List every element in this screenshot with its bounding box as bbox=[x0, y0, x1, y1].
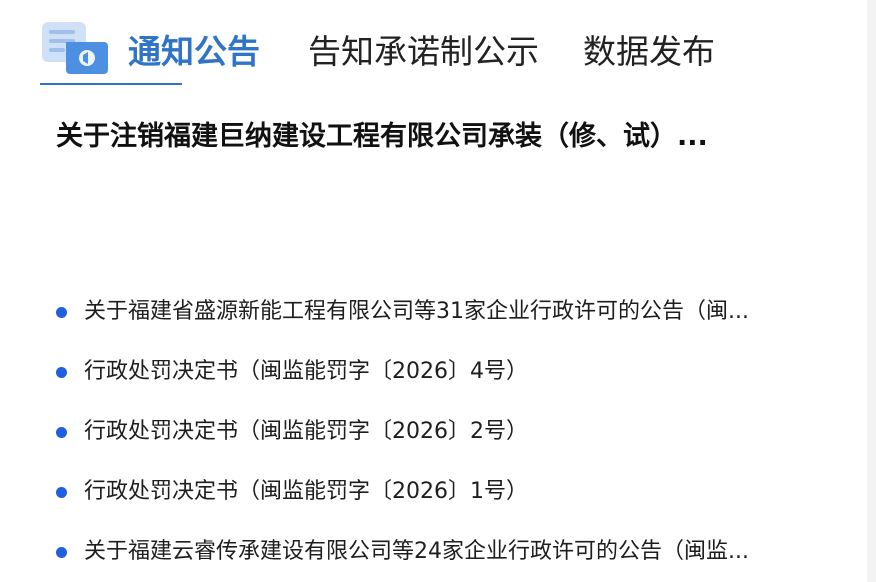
tab-bar: 通知公告 告知承诺制公示 数据发布 bbox=[40, 18, 860, 88]
news-item-title[interactable]: 关于福建省盛源新能工程有限公司等31家企业行政许可的公告（闽... bbox=[84, 297, 749, 327]
tab-notices[interactable]: 通知公告 bbox=[128, 32, 260, 72]
notice-megaphone-icon bbox=[42, 22, 108, 74]
news-item[interactable]: 行政处罚决定书（闽监能罚字〔2026〕1号） bbox=[56, 462, 816, 522]
headline-link[interactable]: 关于注销福建巨纳建设工程有限公司承装（修、试）... bbox=[56, 118, 816, 156]
notice-panel: 通知公告 告知承诺制公示 数据发布 关于注销福建巨纳建设工程有限公司承装（修、试… bbox=[0, 0, 867, 582]
news-list: 关于福建省盛源新能工程有限公司等31家企业行政许可的公告（闽... 行政处罚决定… bbox=[56, 282, 816, 582]
news-item[interactable]: 关于福建云睿传承建设有限公司等24家企业行政许可的公告（闽监... bbox=[56, 522, 816, 582]
active-tab-underline bbox=[40, 83, 182, 85]
news-item[interactable]: 行政处罚决定书（闽监能罚字〔2026〕2号） bbox=[56, 402, 816, 462]
bullet-dot-icon bbox=[56, 366, 67, 378]
news-item-title[interactable]: 行政处罚决定书（闽监能罚字〔2026〕2号） bbox=[84, 417, 528, 447]
news-item-title[interactable]: 行政处罚决定书（闽监能罚字〔2026〕4号） bbox=[84, 357, 528, 387]
bullet-dot-icon bbox=[56, 546, 67, 558]
bullet-dot-icon bbox=[56, 306, 67, 318]
tab-commitment-disclosure[interactable]: 告知承诺制公示 bbox=[308, 32, 539, 72]
bullet-dot-icon bbox=[56, 486, 67, 498]
news-item-title[interactable]: 行政处罚决定书（闽监能罚字〔2026〕1号） bbox=[84, 477, 528, 507]
news-item[interactable]: 行政处罚决定书（闽监能罚字〔2026〕4号） bbox=[56, 342, 816, 402]
bullet-dot-icon bbox=[56, 426, 67, 438]
news-item-title[interactable]: 关于福建云睿传承建设有限公司等24家企业行政许可的公告（闽监... bbox=[84, 537, 749, 567]
tab-data-release[interactable]: 数据发布 bbox=[583, 32, 715, 72]
news-item[interactable]: 关于福建省盛源新能工程有限公司等31家企业行政许可的公告（闽... bbox=[56, 282, 816, 342]
